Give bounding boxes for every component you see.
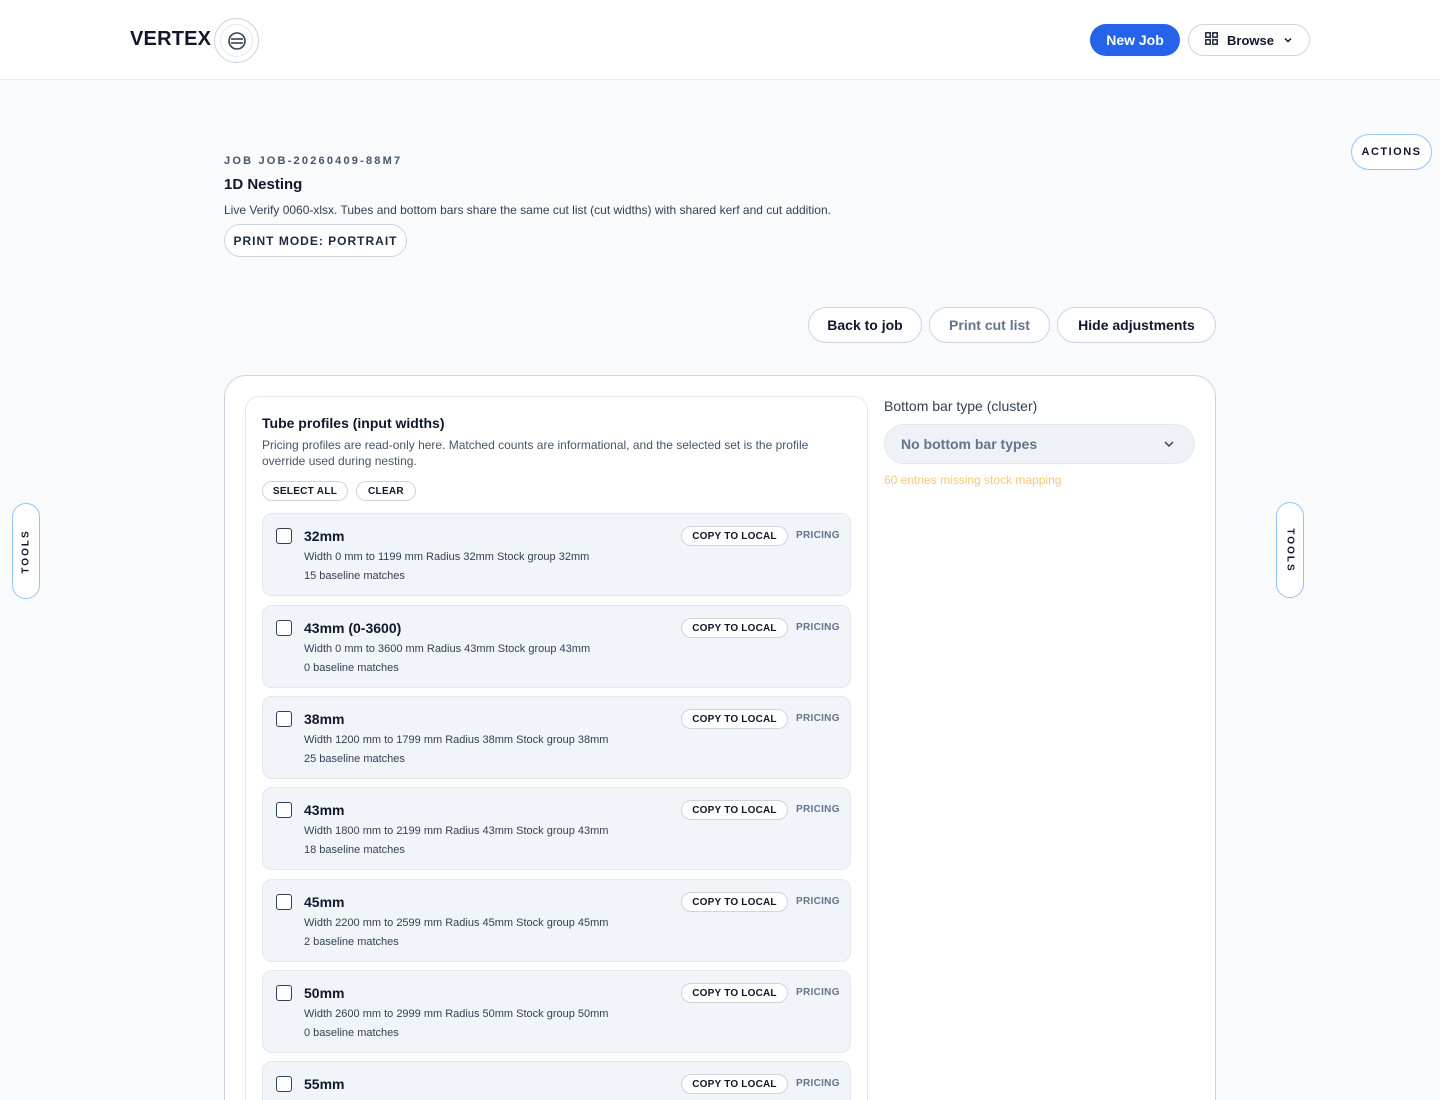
brand-logo-icon — [214, 18, 259, 63]
profile-checkbox[interactable] — [276, 894, 292, 910]
tools-rail-left-label: TOOLS — [20, 528, 32, 574]
tools-rail-left[interactable]: TOOLS — [12, 503, 40, 599]
job-description: Live Verify 0060-xlsx. Tubes and bottom … — [224, 203, 831, 217]
profile-meta: Width 2600 mm to 2999 mm Radius 50mm Sto… — [304, 1008, 609, 1020]
new-job-button[interactable]: New Job — [1090, 24, 1180, 56]
profile-meta: Width 1200 mm to 1799 mm Radius 38mm Sto… — [304, 734, 609, 746]
copy-to-local-button[interactable]: COPY TO LOCAL — [681, 618, 788, 638]
copy-to-local-button[interactable]: COPY TO LOCAL — [681, 709, 788, 729]
bottom-bar-type-value: No bottom bar types — [901, 436, 1038, 452]
pricing-tag: PRICING — [796, 987, 840, 998]
browse-button[interactable]: Browse — [1188, 24, 1310, 56]
browse-label: Browse — [1227, 32, 1274, 48]
job-id: JOB JOB-20260409-88M7 — [224, 155, 403, 167]
profile-card: 38mm Width 1200 mm to 1799 mm Radius 38m… — [262, 696, 851, 779]
profile-name: 55mm — [304, 1076, 345, 1092]
profile-matches: 0 baseline matches — [304, 1027, 399, 1039]
profile-card: 50mm Width 2600 mm to 2999 mm Radius 50m… — [262, 970, 851, 1053]
profile-card: 32mm Width 0 mm to 1199 mm Radius 32mm S… — [262, 513, 851, 596]
pricing-tag: PRICING — [796, 1078, 840, 1089]
profile-name: 43mm (0-3600) — [304, 620, 402, 636]
copy-to-local-button[interactable]: COPY TO LOCAL — [681, 1074, 788, 1094]
profile-checkbox[interactable] — [276, 528, 292, 544]
profile-checkbox[interactable] — [276, 1076, 292, 1092]
profile-meta: Width 0 mm to 1199 mm Radius 32mm Stock … — [304, 551, 590, 563]
stock-mapping-warning: 60 entries missing stock mapping — [884, 473, 1062, 487]
pricing-tag: PRICING — [796, 713, 840, 724]
pricing-tag: PRICING — [796, 804, 840, 815]
profile-card: 43mm (0-3600) Width 0 mm to 3600 mm Radi… — [262, 605, 851, 688]
profile-checkbox[interactable] — [276, 985, 292, 1001]
chevron-down-icon — [1162, 437, 1176, 454]
profile-name: 32mm — [304, 528, 345, 544]
profile-matches: 0 baseline matches — [304, 662, 399, 674]
page-title: 1D Nesting — [224, 176, 303, 193]
profile-meta: Width 2200 mm to 2599 mm Radius 45mm Sto… — [304, 917, 609, 929]
profile-name: 38mm — [304, 711, 345, 727]
back-to-job-button[interactable]: Back to job — [808, 307, 922, 343]
bottom-bar-type-label: Bottom bar type (cluster) — [884, 398, 1038, 414]
bottom-bar-type-select[interactable]: No bottom bar types — [884, 424, 1195, 464]
profile-matches: 15 baseline matches — [304, 570, 405, 582]
print-cut-list-button[interactable]: Print cut list — [929, 307, 1050, 343]
profile-matches: 18 baseline matches — [304, 844, 405, 856]
copy-to-local-button[interactable]: COPY TO LOCAL — [681, 983, 788, 1003]
profile-card: 55mm COPY TO LOCAL PRICING — [262, 1061, 851, 1100]
tools-rail-right[interactable]: TOOLS — [1276, 502, 1304, 598]
pricing-tag: PRICING — [796, 896, 840, 907]
profile-checkbox[interactable] — [276, 711, 292, 727]
profile-meta: Width 1800 mm to 2199 mm Radius 43mm Sto… — [304, 825, 609, 837]
profile-matches: 2 baseline matches — [304, 936, 399, 948]
actions-button[interactable]: ACTIONS — [1351, 134, 1432, 170]
copy-to-local-button[interactable]: COPY TO LOCAL — [681, 800, 788, 820]
profile-card: 45mm Width 2200 mm to 2599 mm Radius 45m… — [262, 879, 851, 962]
hide-adjustments-button[interactable]: Hide adjustments — [1057, 307, 1216, 343]
pricing-tag: PRICING — [796, 530, 840, 541]
print-mode-button[interactable]: PRINT MODE: PORTRAIT — [224, 224, 407, 257]
profile-name: 43mm — [304, 802, 345, 818]
tools-rail-right-label: TOOLS — [1284, 527, 1296, 573]
profile-name: 45mm — [304, 894, 345, 910]
copy-to-local-button[interactable]: COPY TO LOCAL — [681, 892, 788, 912]
profile-matches: 25 baseline matches — [304, 753, 405, 765]
tube-profiles-title: Tube profiles (input widths) — [262, 415, 445, 431]
profile-checkbox[interactable] — [276, 620, 292, 636]
profile-checkbox[interactable] — [276, 802, 292, 818]
brand-name: VERTEX — [130, 28, 212, 50]
tube-profiles-description: Pricing profiles are read-only here. Mat… — [262, 438, 809, 468]
copy-to-local-button[interactable]: COPY TO LOCAL — [681, 526, 788, 546]
grid-icon — [1205, 32, 1218, 48]
clear-button[interactable]: CLEAR — [356, 481, 416, 501]
profile-card: 43mm Width 1800 mm to 2199 mm Radius 43m… — [262, 787, 851, 870]
top-bar: VERTEX New Job Browse — [0, 0, 1440, 80]
chevron-down-icon — [1283, 33, 1293, 48]
select-all-button[interactable]: SELECT ALL — [262, 481, 348, 501]
profile-name: 50mm — [304, 985, 345, 1001]
profile-meta: Width 0 mm to 3600 mm Radius 43mm Stock … — [304, 643, 591, 655]
pricing-tag: PRICING — [796, 622, 840, 633]
